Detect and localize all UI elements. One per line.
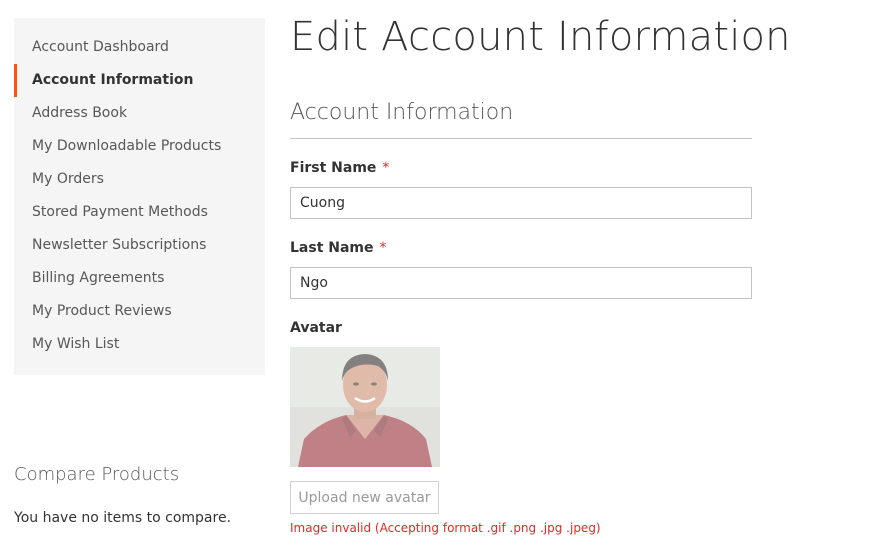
last-name-input[interactable] xyxy=(290,267,752,299)
required-asterisk: * xyxy=(382,160,390,176)
sidebar-item-account-information[interactable]: Account Information xyxy=(14,64,265,97)
compare-products-empty-text: You have no items to compare. xyxy=(14,510,232,526)
sidebar-item-billing-agreements[interactable]: Billing Agreements xyxy=(14,262,265,295)
first-name-input[interactable] xyxy=(290,187,752,219)
first-name-label: First Name * xyxy=(290,160,389,176)
avatar-error-message: Image invalid (Accepting format .gif .pn… xyxy=(290,521,601,535)
sidebar-item-downloadable-products[interactable]: My Downloadable Products xyxy=(14,130,265,163)
avatar-label: Avatar xyxy=(290,320,342,336)
last-name-label: Last Name * xyxy=(290,240,387,256)
last-name-label-text: Last Name xyxy=(290,240,374,256)
sidebar-item-account-dashboard[interactable]: Account Dashboard xyxy=(14,31,265,64)
sidebar-item-newsletter-subscriptions[interactable]: Newsletter Subscriptions xyxy=(14,229,265,262)
sidebar-item-wish-list[interactable]: My Wish List xyxy=(14,328,265,361)
sidebar-item-stored-payment-methods[interactable]: Stored Payment Methods xyxy=(14,196,265,229)
avatar-photo xyxy=(290,347,440,467)
first-name-label-text: First Name xyxy=(290,160,377,176)
section-divider xyxy=(290,138,752,139)
avatar-image xyxy=(290,347,440,467)
sidebar-item-product-reviews[interactable]: My Product Reviews xyxy=(14,295,265,328)
page-title: Edit Account Information xyxy=(290,14,791,60)
section-title: Account Information xyxy=(290,100,514,125)
compare-products-title: Compare Products xyxy=(14,464,180,485)
sidebar-item-my-orders[interactable]: My Orders xyxy=(14,163,265,196)
required-asterisk: * xyxy=(379,240,387,256)
sidebar-item-address-book[interactable]: Address Book xyxy=(14,97,265,130)
account-sidebar-nav: Account Dashboard Account Information Ad… xyxy=(14,18,265,375)
upload-avatar-button[interactable]: Upload new avatar xyxy=(290,481,439,514)
